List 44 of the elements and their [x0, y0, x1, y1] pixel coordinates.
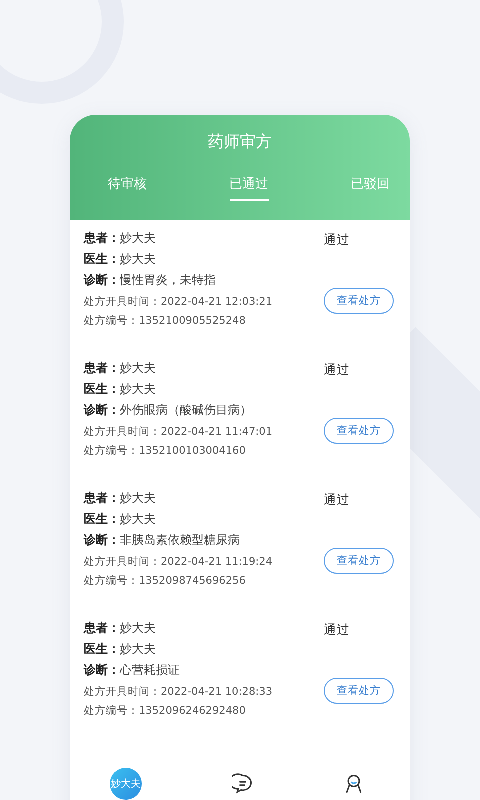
prescription-number: 处方编号：1352098745696256 [84, 574, 247, 589]
page-title: 药师审方 [208, 132, 272, 153]
patient-name: 妙大夫 [120, 230, 156, 246]
status-text: 通过 [324, 492, 350, 509]
view-prescription-button[interactable]: 查看处方 [324, 288, 394, 314]
doctor-name: 妙大夫 [120, 511, 156, 527]
chat-icon[interactable] [232, 773, 254, 795]
diagnosis-text: 非胰岛素依赖型糖尿病 [120, 532, 240, 548]
patient-name: 妙大夫 [120, 620, 156, 636]
doctor-name: 妙大夫 [120, 381, 156, 397]
prescription-time: 处方开具时间：2022-04-21 11:19:24 [84, 555, 273, 570]
status-text: 通过 [324, 622, 350, 639]
logo-nav-button[interactable]: 妙大夫 [110, 768, 142, 800]
prescription-number: 处方编号：1352096246292480 [84, 704, 247, 719]
diagnosis-text: 外伤眼病（酸碱伤目病） [120, 402, 252, 418]
tab[interactable]: 待审核 [108, 175, 147, 201]
status-text: 通过 [324, 232, 350, 249]
view-prescription-button[interactable]: 查看处方 [324, 678, 394, 704]
field-label: 医生： [84, 641, 120, 657]
view-prescription-button[interactable]: 查看处方 [324, 418, 394, 444]
field-label: 患者： [84, 360, 120, 376]
field-label: 医生： [84, 381, 120, 397]
field-label: 医生： [84, 511, 120, 527]
field-label: 诊断： [84, 402, 120, 418]
prescription-time: 处方开具时间：2022-04-21 12:03:21 [84, 295, 273, 310]
diagnosis-text: 慢性胃炎，未特指 [120, 272, 216, 288]
prescription-number: 处方编号：1352100103004160 [84, 444, 247, 459]
field-label: 诊断： [84, 532, 120, 548]
field-label: 患者： [84, 620, 120, 636]
doctor-name: 妙大夫 [120, 641, 156, 657]
prescription-number: 处方编号：1352100905525248 [84, 314, 247, 329]
status-text: 通过 [324, 362, 350, 379]
diagnosis-text: 心营耗损证 [120, 662, 180, 678]
prescription-time: 处方开具时间：2022-04-21 11:47:01 [84, 425, 273, 440]
doctor-name: 妙大夫 [120, 251, 156, 267]
patient-name: 妙大夫 [120, 490, 156, 506]
patient-name: 妙大夫 [120, 360, 156, 376]
field-label: 医生： [84, 251, 120, 267]
field-label: 诊断： [84, 272, 120, 288]
field-label: 患者： [84, 490, 120, 506]
field-label: 患者： [84, 230, 120, 246]
field-label: 诊断： [84, 662, 120, 678]
prescription-time: 处方开具时间：2022-04-21 10:28:33 [84, 685, 273, 700]
view-prescription-button[interactable]: 查看处方 [324, 548, 394, 574]
